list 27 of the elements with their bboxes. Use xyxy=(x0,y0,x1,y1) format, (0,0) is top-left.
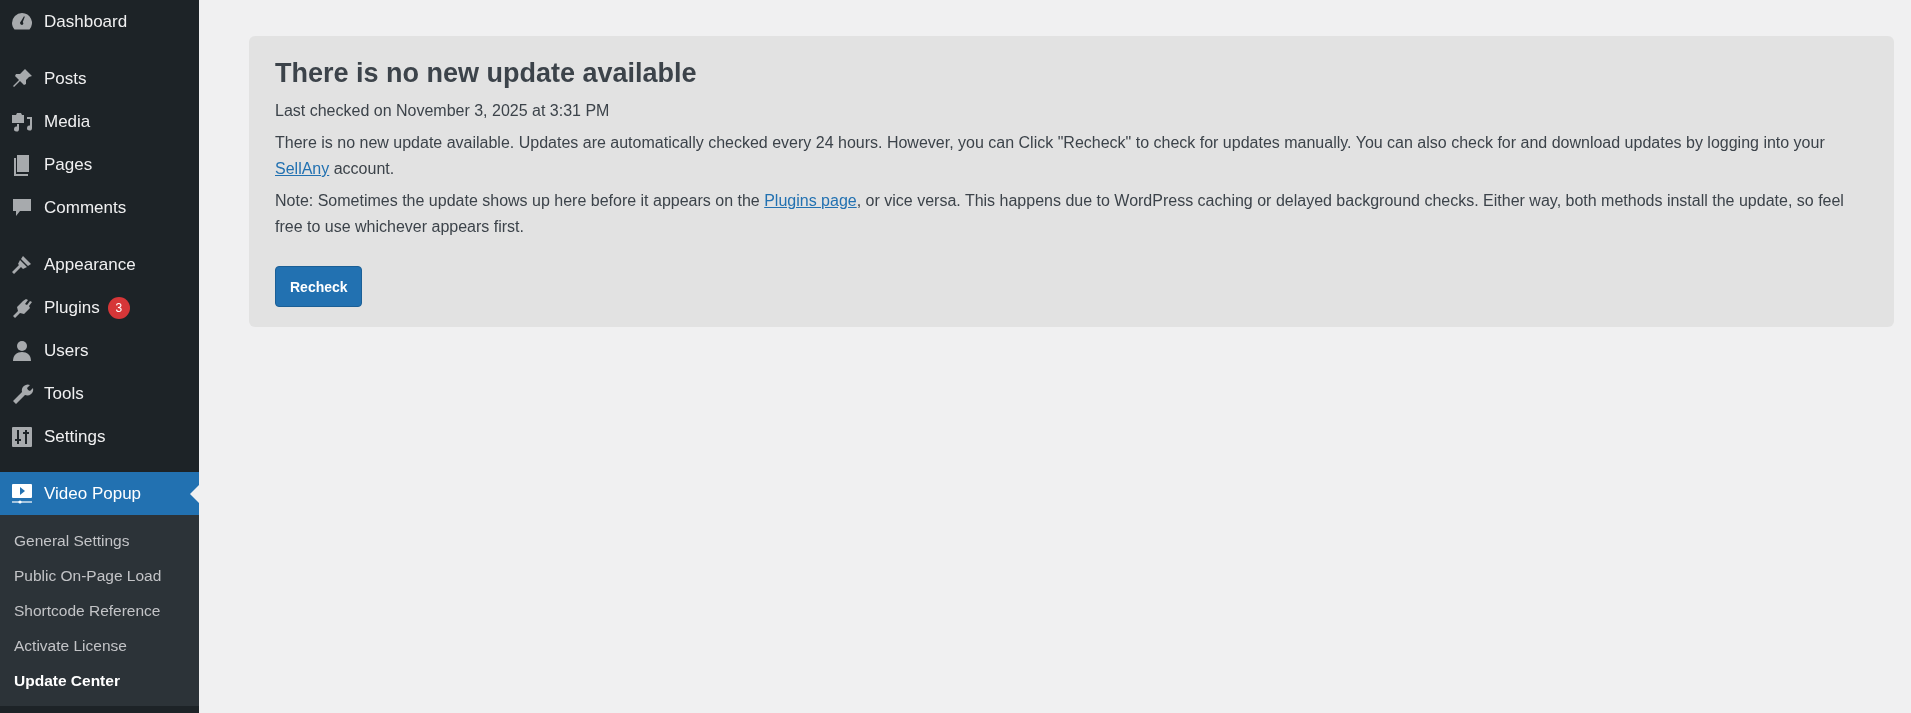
submenu-item[interactable]: Public On-Page Load xyxy=(0,558,199,593)
text-link[interactable]: Plugins page xyxy=(764,192,857,209)
menu-item[interactable]: Users xyxy=(0,329,199,372)
menu-item[interactable]: Pages xyxy=(0,143,199,186)
menu-item[interactable]: Dashboard xyxy=(0,0,199,43)
video-icon xyxy=(10,481,34,506)
sliders-icon xyxy=(10,424,34,449)
text-link[interactable]: SellAny xyxy=(275,160,330,177)
notice-title: There is no new update available xyxy=(275,58,698,89)
menu-item[interactable]: Posts xyxy=(0,57,199,100)
menu-item[interactable]: Media xyxy=(0,100,199,143)
menu-item[interactable]: Comments xyxy=(0,186,199,229)
menu-item[interactable]: Settings xyxy=(0,415,199,458)
last-checked-text: Last checked on November 3, 2025 at 3:31 PM xyxy=(275,102,611,120)
menu-item[interactable]: Plugins 3 xyxy=(0,286,199,329)
submenu-item[interactable]: Shortcode Reference xyxy=(0,593,199,628)
notice-paragraph: There is no new update available. Updates are automatically checked every 24 hours. However, you can Click "Recheck" to check for updates manually. You can also check for and download updates by logging into your SellAny account. xyxy=(275,133,1826,179)
user-icon xyxy=(10,338,34,363)
notice-paragraph: Note: Sometimes the update shows up here before it appears on the Plugins page, or vice versa. This happens due to WordPress caching or delayed background checks. Either way, both methods install the update, so feel free to use whichever appears first. xyxy=(275,191,1845,237)
menu-item[interactable]: Appearance xyxy=(0,243,199,286)
recheck-button[interactable]: Recheck xyxy=(275,266,362,307)
menu-item[interactable]: Video Popup xyxy=(0,472,199,515)
submenu-item[interactable]: Update Center xyxy=(0,663,199,698)
submenu-item[interactable]: General Settings xyxy=(0,523,199,558)
menu-item[interactable]: Tools xyxy=(0,372,199,415)
count-badge: 3 xyxy=(107,296,130,319)
submenu-item[interactable]: Activate License xyxy=(0,628,199,663)
